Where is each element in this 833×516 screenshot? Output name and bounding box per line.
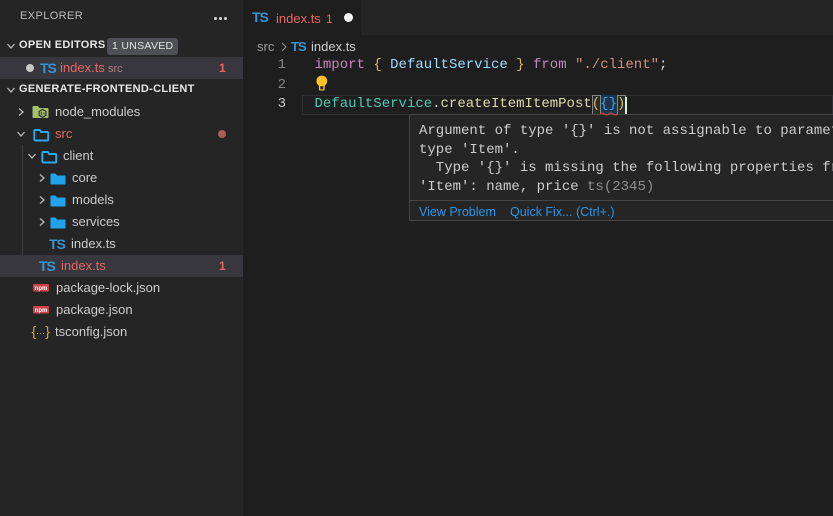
svg-text:npm: npm <box>34 308 47 314</box>
svg-text:npm: npm <box>34 286 47 292</box>
